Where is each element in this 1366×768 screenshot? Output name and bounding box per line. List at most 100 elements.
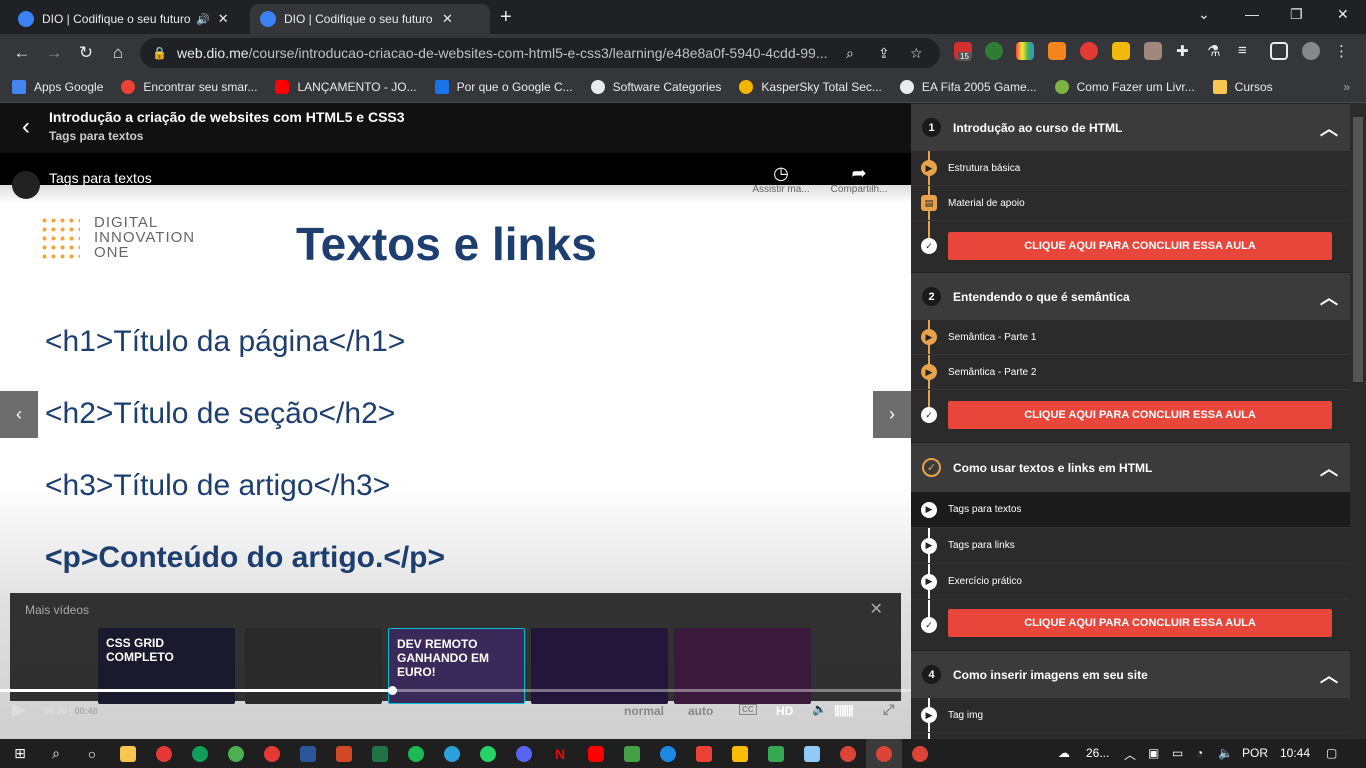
gmail-icon[interactable] xyxy=(686,739,722,768)
bookmark-item[interactable]: KasperSky Total Sec... xyxy=(739,80,882,94)
bookmark-item[interactable]: Software Categories xyxy=(590,80,721,94)
lesson-item[interactable]: ▤ Material de apoio xyxy=(911,186,1350,221)
side-panel-icon[interactable] xyxy=(1270,42,1288,60)
app-icon[interactable] xyxy=(614,739,650,768)
zoom-icon[interactable]: ⌕ xyxy=(846,45,854,62)
app-icon[interactable] xyxy=(650,739,686,768)
close-icon[interactable]: ✕ xyxy=(870,599,883,619)
google-drive-icon[interactable] xyxy=(722,739,758,768)
fullscreen-icon[interactable]: ⤢ xyxy=(883,701,894,718)
tray-chevron-icon[interactable]: ︿ xyxy=(1124,746,1136,763)
wifi-icon[interactable]: ◔ xyxy=(1196,746,1203,760)
language-indicator[interactable]: POR xyxy=(1242,746,1268,760)
excel-icon[interactable] xyxy=(362,739,398,768)
bookmark-item[interactable]: Apps Google xyxy=(12,80,103,94)
new-tab-icon[interactable]: + xyxy=(500,6,512,29)
edge-icon[interactable] xyxy=(182,739,218,768)
chevron-up-icon[interactable]: ︿ xyxy=(1320,284,1338,310)
play-icon[interactable]: ▶ xyxy=(12,699,26,720)
speaker-icon[interactable]: 🔊 xyxy=(196,13,210,26)
discord-icon[interactable] xyxy=(506,739,542,768)
opera-icon[interactable] xyxy=(146,739,182,768)
volume-icon[interactable]: 🔈 xyxy=(1218,746,1233,760)
home-icon[interactable]: ⌂ xyxy=(102,43,134,63)
lesson-item[interactable]: ▶ Exercício prático xyxy=(911,564,1350,600)
scrollbar-thumb[interactable] xyxy=(1353,117,1363,382)
forward-icon[interactable]: → xyxy=(38,43,70,63)
lesson-item[interactable]: ▶ Semântica - Parte 1 xyxy=(911,320,1350,355)
back-chevron-icon[interactable]: ‹ xyxy=(22,113,30,141)
extension-icon[interactable] xyxy=(1080,42,1098,60)
utorrent-icon[interactable] xyxy=(218,739,254,768)
progress-handle[interactable] xyxy=(387,686,397,695)
media-control-icon[interactable]: ≡ xyxy=(1238,42,1256,60)
close-window-icon[interactable]: ✕ xyxy=(1337,6,1349,23)
video-thumbnail[interactable]: CSS GRID COMPLETO xyxy=(98,628,235,704)
whatsapp-icon[interactable] xyxy=(470,739,506,768)
tab-2[interactable]: DIO | Codifique o seu futuro glob ✕ xyxy=(250,4,490,34)
section-header[interactable]: 1 Introdução ao curso de HTML ︿ xyxy=(911,103,1350,151)
video-thumbnail[interactable] xyxy=(531,628,668,704)
bookmark-item[interactable]: LANÇAMENTO - JO... xyxy=(275,80,417,94)
netflix-icon[interactable]: N xyxy=(542,739,578,768)
lesson-item[interactable]: ▶ Estrutura básica xyxy=(911,151,1350,186)
sidebar-scrollbar[interactable] xyxy=(1350,103,1366,739)
file-explorer-icon[interactable] xyxy=(110,739,146,768)
volume-slider[interactable]: |||||||| xyxy=(834,703,854,717)
extension-icon[interactable] xyxy=(1112,42,1130,60)
app-icon[interactable] xyxy=(758,739,794,768)
profile-avatar[interactable] xyxy=(1302,42,1320,60)
progress-track[interactable] xyxy=(0,686,911,695)
bookmark-star-icon[interactable]: ☆ xyxy=(910,45,923,62)
next-lesson-button[interactable]: › xyxy=(873,391,911,438)
lesson-item[interactable]: ▶ Tags para links xyxy=(911,528,1350,564)
complete-lesson-button[interactable]: CLIQUE AQUI PARA CONCLUIR ESSA AULA xyxy=(948,401,1332,429)
powerpoint-icon[interactable] xyxy=(326,739,362,768)
chevron-up-icon[interactable]: ︿ xyxy=(1320,662,1338,688)
app-icon[interactable] xyxy=(794,739,830,768)
reload-icon[interactable]: ↻ xyxy=(70,43,102,63)
menu-icon[interactable]: ⋮ xyxy=(1334,42,1352,60)
quality-button[interactable]: auto xyxy=(688,704,713,718)
chevron-up-icon[interactable]: ︿ xyxy=(1320,455,1338,481)
bookmark-item[interactable]: Cursos xyxy=(1212,80,1273,94)
tab-search-icon[interactable]: ⌄ xyxy=(1198,6,1210,23)
hd-button[interactable]: HD xyxy=(776,704,793,718)
share-page-icon[interactable]: ⇪ xyxy=(878,45,890,62)
video-player[interactable]: DIGITAL INNOVATION ONE Textos e links <h… xyxy=(0,153,911,739)
video-thumbnail[interactable] xyxy=(674,628,811,704)
speed-button[interactable]: normal xyxy=(624,704,664,718)
complete-lesson-button[interactable]: CLIQUE AQUI PARA CONCLUIR ESSA AULA xyxy=(948,609,1332,637)
notification-icon[interactable]: ▢ xyxy=(1326,746,1337,760)
bookmark-item[interactable]: Como Fazer um Livr... xyxy=(1054,80,1195,94)
weather-temp[interactable]: 26... xyxy=(1086,746,1109,760)
share-button[interactable]: ➦ Compartilh... xyxy=(828,163,890,195)
chrome-icon[interactable] xyxy=(902,739,938,768)
close-tab-icon[interactable]: ✕ xyxy=(442,11,453,27)
video-title[interactable]: Tags para textos xyxy=(49,170,152,186)
close-tab-icon[interactable]: ✕ xyxy=(218,11,229,27)
app-icon[interactable] xyxy=(254,739,290,768)
watch-later-button[interactable]: ◷ Assistir ma... xyxy=(750,163,812,195)
weather-icon[interactable]: ☁ xyxy=(1058,746,1070,760)
volume-icon[interactable]: 🔈 xyxy=(812,702,827,716)
extension-icon[interactable] xyxy=(1144,42,1162,60)
puzzle-icon[interactable]: ✚ xyxy=(1176,42,1194,60)
more-bookmarks-icon[interactable]: » xyxy=(1343,80,1350,94)
captions-icon[interactable]: CC xyxy=(739,704,757,715)
tray-app-icon[interactable]: ▣ xyxy=(1148,746,1159,760)
telegram-icon[interactable] xyxy=(434,739,470,768)
extension-icon[interactable] xyxy=(1016,42,1034,60)
minimize-icon[interactable]: — xyxy=(1245,6,1259,22)
clock-time[interactable]: 10:44 xyxy=(1280,746,1310,760)
lesson-item[interactable]: ▶ Semântica - Parte 2 xyxy=(911,355,1350,390)
back-icon[interactable]: ← xyxy=(6,43,38,63)
section-header[interactable]: 4 Como inserir imagens em seu site ︿ xyxy=(911,650,1350,698)
lesson-item-current[interactable]: ▶ Tags para textos xyxy=(911,492,1350,528)
spotify-icon[interactable] xyxy=(398,739,434,768)
restore-icon[interactable]: ❐ xyxy=(1290,6,1303,23)
cortana-icon[interactable]: ○ xyxy=(74,739,110,768)
prev-lesson-button[interactable]: ‹ xyxy=(0,391,38,438)
address-bar[interactable]: 🔒 web.dio.me /course/introducao-criacao-… xyxy=(140,38,940,68)
chrome-icon[interactable] xyxy=(830,739,866,768)
